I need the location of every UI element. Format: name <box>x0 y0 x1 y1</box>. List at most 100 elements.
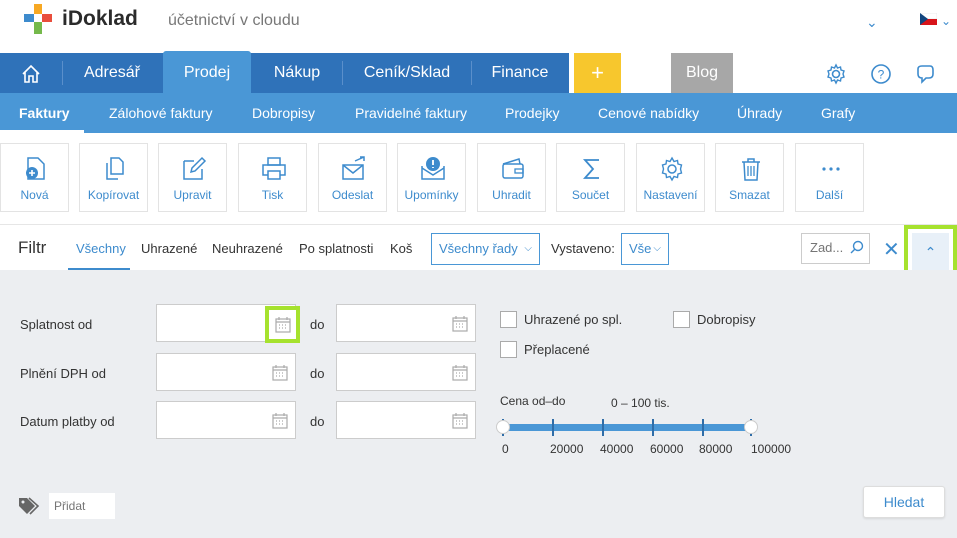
filter-tab-unpaid[interactable]: Neuhrazené <box>212 241 283 256</box>
chevron-down-icon: ⌵ <box>524 243 532 254</box>
wallet-icon <box>502 158 524 179</box>
due-date-from-calendar-button[interactable] <box>265 306 300 343</box>
send-button[interactable]: Odeslat <box>318 143 387 212</box>
overpaid-checkbox[interactable] <box>500 341 517 358</box>
nav-item-finance[interactable]: Finance <box>480 53 560 93</box>
slider-tick <box>552 419 554 436</box>
edit-button[interactable]: Upravit <box>158 143 227 212</box>
tags-icon <box>19 497 40 515</box>
to-label: do <box>310 366 325 381</box>
series-select-value: Všechny řady <box>439 241 518 256</box>
more-dots-icon <box>822 167 840 171</box>
subnav-item-cenove-nabidky[interactable]: Cenové nabídky <box>598 93 699 133</box>
brand-name: iDoklad <box>62 7 138 30</box>
home-icon[interactable] <box>20 63 42 85</box>
copy-icon <box>106 157 124 180</box>
payment-date-to-field[interactable] <box>336 401 476 439</box>
pencil-icon <box>183 156 207 180</box>
nav-item-prodej[interactable]: Prodej <box>163 53 251 93</box>
delete-label: Smazat <box>729 188 770 202</box>
price-slider-min-handle[interactable] <box>496 420 510 434</box>
sum-button[interactable]: Součet <box>556 143 625 212</box>
svg-text:?: ? <box>878 68 885 82</box>
issued-label: Vystaveno: <box>551 241 615 256</box>
delete-button[interactable]: Smazat <box>715 143 784 212</box>
vat-date-to-field[interactable] <box>336 353 476 391</box>
calendar-icon[interactable] <box>272 413 288 429</box>
calendar-icon[interactable] <box>272 365 288 381</box>
payment-date-from-field[interactable] <box>156 401 296 439</box>
calendar-icon[interactable] <box>452 413 468 429</box>
help-icon[interactable]: ? <box>870 63 892 85</box>
new-invoice-button[interactable]: Nová <box>0 143 69 212</box>
paid-after-due-label: Uhrazené po spl. <box>524 312 623 327</box>
slider-tick-label: 60000 <box>650 442 684 456</box>
vat-date-from-field[interactable] <box>156 353 296 391</box>
search-button[interactable]: Hledat <box>863 486 945 518</box>
close-filter-icon[interactable]: ✕ <box>883 237 900 262</box>
calendar-icon[interactable] <box>452 365 468 381</box>
price-slider-track[interactable] <box>503 424 751 431</box>
nav-item-adresar[interactable]: Adresář <box>72 53 152 93</box>
payment-date-label: Datum platby od <box>20 414 115 429</box>
more-label: Další <box>815 188 844 202</box>
settings-button[interactable]: Nastavení <box>636 143 705 212</box>
slider-tick <box>602 419 604 436</box>
brand-tagline: účetnictví v cloudu <box>168 12 300 29</box>
calendar-icon <box>275 317 291 333</box>
nav-item-nakup[interactable]: Nákup <box>262 53 332 93</box>
to-label: do <box>310 414 325 429</box>
nav-separator <box>471 61 472 85</box>
filter-tab-paid[interactable]: Uhrazené <box>141 241 197 256</box>
copy-label: Kopírovat <box>87 188 140 202</box>
add-new-button[interactable]: + <box>574 53 621 93</box>
filter-title: Filtr <box>18 238 47 257</box>
copy-button[interactable]: Kopírovat <box>79 143 148 212</box>
reminder-mail-icon <box>421 157 445 180</box>
print-button[interactable]: Tisk <box>238 143 307 212</box>
overpaid-label: Přeplacené <box>524 342 590 357</box>
top-header: iDoklad účetnictví v cloudu ⌄ ⌄ <box>0 0 957 52</box>
issued-select[interactable]: Vše ⌵ <box>621 233 669 265</box>
due-date-to-field[interactable] <box>336 304 476 342</box>
settings-gear-icon <box>661 156 683 182</box>
gear-icon[interactable] <box>825 63 847 85</box>
brand-logo[interactable]: iDoklad <box>24 4 138 36</box>
blog-button[interactable]: Blog <box>671 53 733 93</box>
price-slider-max-handle[interactable] <box>744 420 758 434</box>
subnav-item-prodejky[interactable]: Prodejky <box>505 93 559 133</box>
filter-panel <box>0 270 957 538</box>
user-menu-chevron-icon[interactable]: ⌄ <box>866 14 878 31</box>
reminders-button[interactable]: Upomínky <box>397 143 466 212</box>
slider-tick <box>652 419 654 436</box>
subnav-item-faktury[interactable]: Faktury <box>19 93 70 133</box>
nav-item-cenik-sklad[interactable]: Ceník/Sklad <box>352 53 462 93</box>
sum-label: Součet <box>571 188 610 202</box>
pay-button[interactable]: Uhradit <box>477 143 546 212</box>
slider-tick-label: 80000 <box>699 442 733 456</box>
add-tag-input[interactable] <box>49 493 115 519</box>
more-button[interactable]: Další <box>795 143 864 212</box>
series-select[interactable]: Všechny řady ⌵ <box>431 233 540 265</box>
search-icon[interactable] <box>849 240 865 256</box>
filter-tab-overdue[interactable]: Po splatnosti <box>299 241 373 256</box>
chevron-down-icon: ⌵ <box>653 243 661 254</box>
filter-tab-trash[interactable]: Koš <box>390 241 412 256</box>
calendar-icon[interactable] <box>452 316 468 332</box>
feedback-icon[interactable] <box>914 63 936 85</box>
search-input[interactable] <box>810 240 848 255</box>
new-invoice-label: Nová <box>20 188 49 202</box>
language-chevron-icon[interactable]: ⌄ <box>941 14 951 28</box>
subnav-item-uhrady[interactable]: Úhrady <box>737 93 782 133</box>
filter-search[interactable] <box>801 233 870 264</box>
subnav-item-pravidelne-faktury[interactable]: Pravidelné faktury <box>355 93 467 133</box>
subnav-item-dobropisy[interactable]: Dobropisy <box>252 93 315 133</box>
credit-notes-checkbox[interactable] <box>673 311 690 328</box>
subnav-item-zalohove-faktury[interactable]: Zálohové faktury <box>109 93 213 133</box>
to-label: do <box>310 317 325 332</box>
filter-tab-all[interactable]: Všechny <box>76 241 126 256</box>
price-range-label: Cena od–do <box>500 394 566 408</box>
subnav-item-grafy[interactable]: Grafy <box>821 93 855 133</box>
czech-flag-icon[interactable] <box>920 13 937 25</box>
paid-after-due-checkbox[interactable] <box>500 311 517 328</box>
